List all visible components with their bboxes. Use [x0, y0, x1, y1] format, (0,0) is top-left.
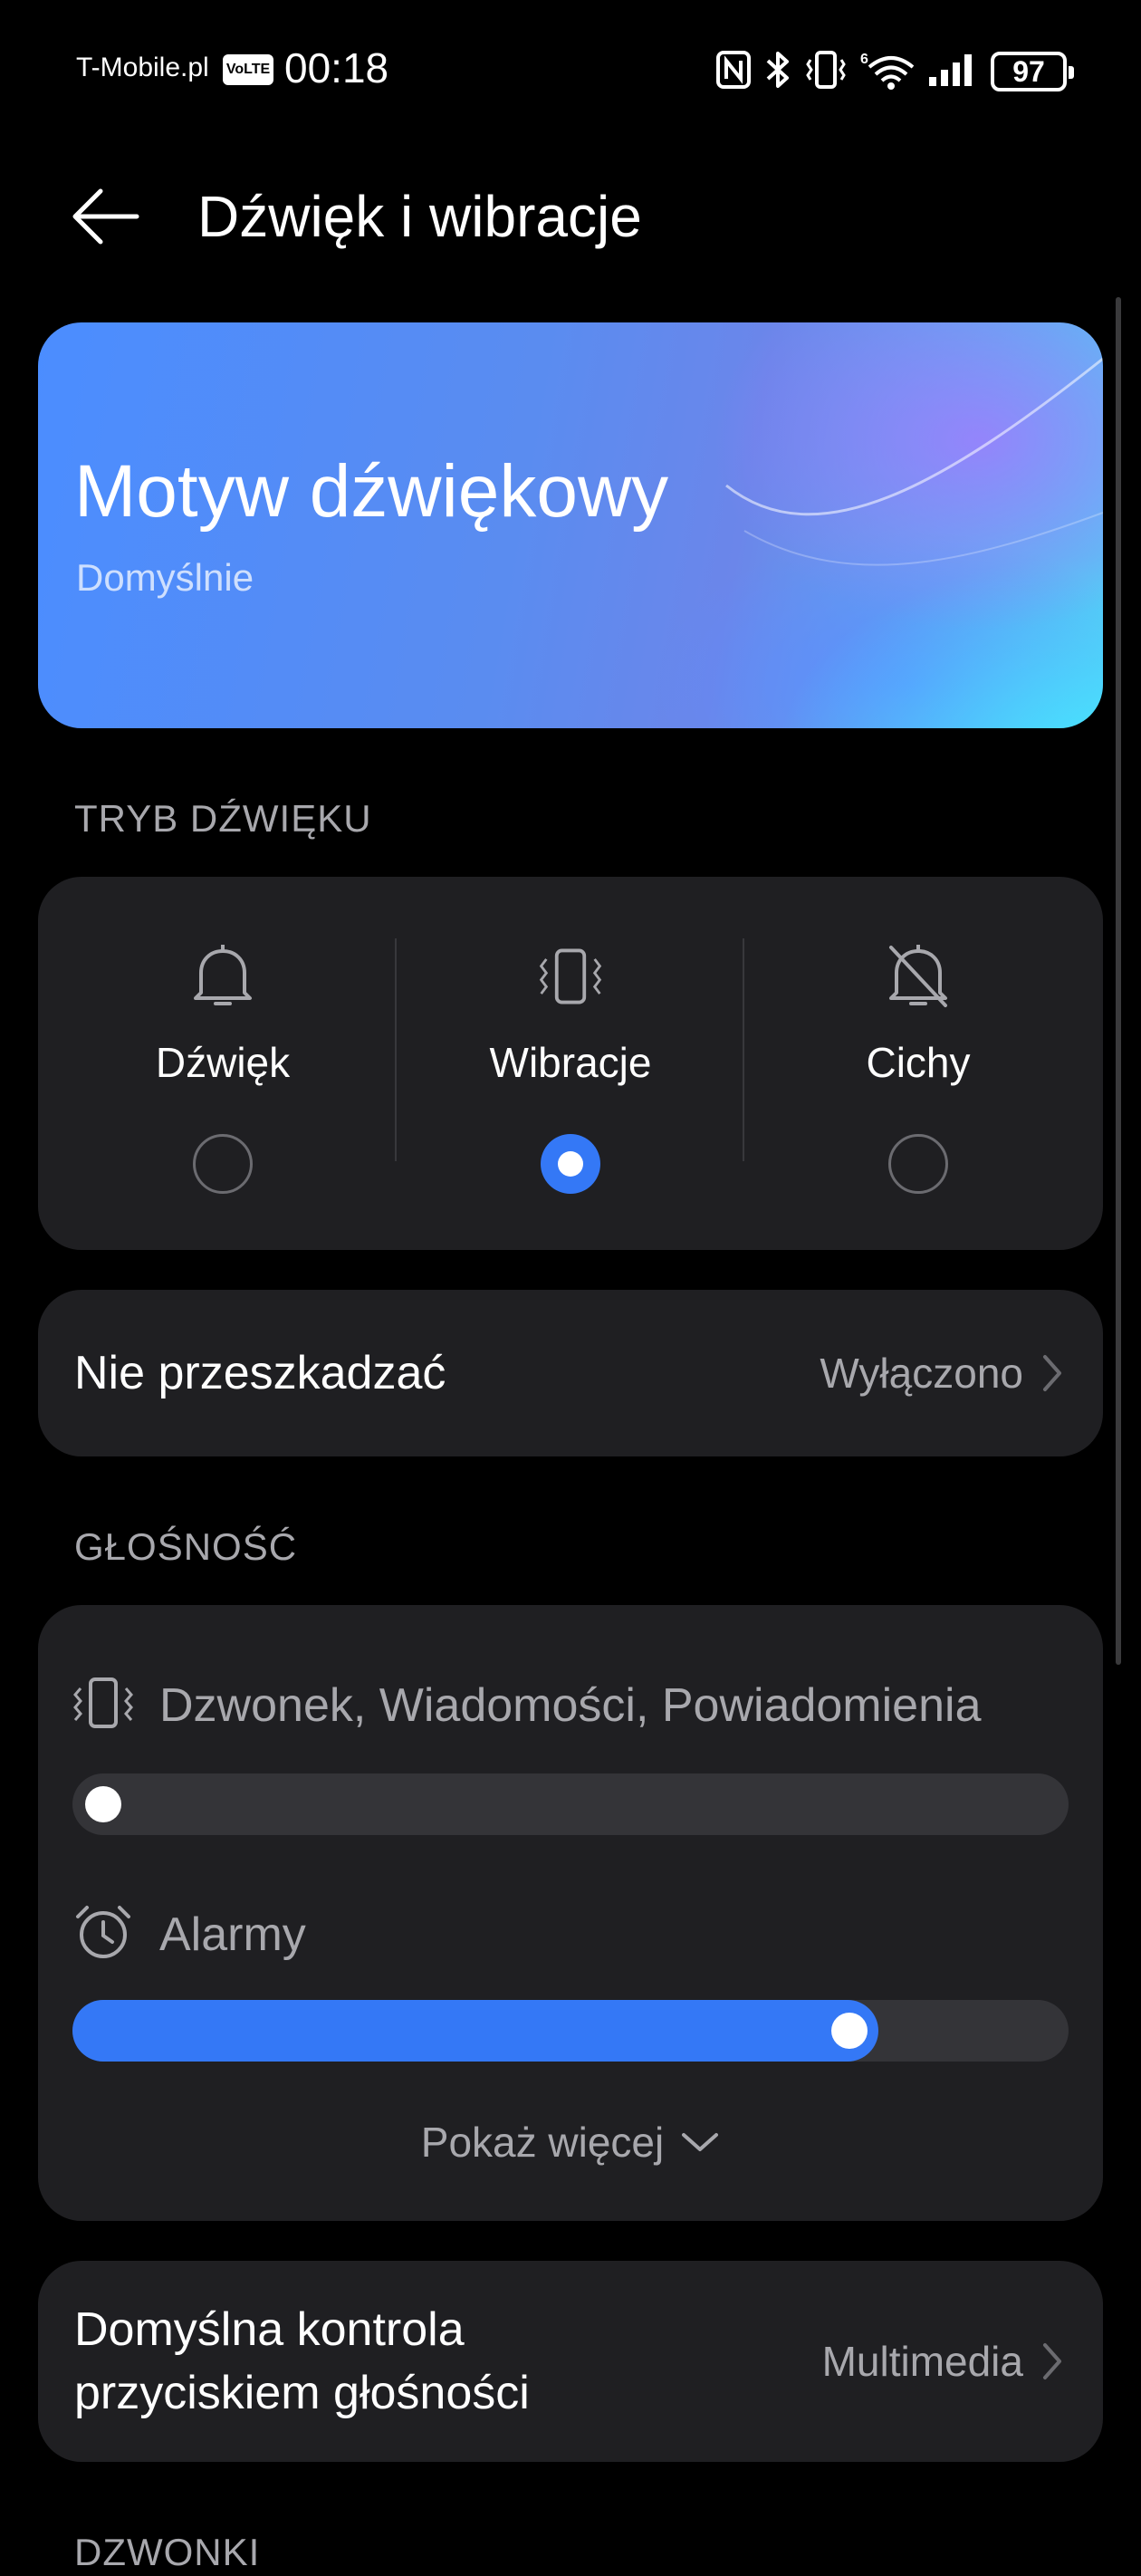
mode-option-vibrate[interactable]: Wibracje — [397, 877, 744, 1250]
carrier-name: T-Mobile.pl — [76, 53, 209, 82]
do-not-disturb-value: Wyłączono — [820, 1350, 1023, 1397]
banner-subtitle: Domyślnie — [76, 556, 254, 599]
volte-badge: VoLTE — [223, 54, 273, 85]
volume-button-control-row[interactable]: Domyślna kontrola przyciskiem głośności … — [38, 2261, 1103, 2462]
alarm-volume-label: Alarmy — [159, 1908, 306, 1961]
mode-option-silent[interactable]: Cichy — [744, 877, 1092, 1250]
sound-mode-card: Dźwięk Wibracje Cichy — [38, 877, 1103, 1250]
show-more-label: Pokaż więcej — [420, 2119, 665, 2166]
chevron-down-icon — [682, 2133, 719, 2151]
alarm-volume-slider[interactable] — [72, 2000, 1069, 2062]
signal-icon — [927, 52, 978, 92]
back-button[interactable] — [65, 176, 147, 257]
volume-button-control-label: Domyślna kontrola przyciskiem głośności — [74, 2298, 530, 2425]
vibrate-icon — [804, 49, 848, 95]
label-line-1: Domyślna kontrola — [74, 2303, 465, 2356]
slider-thumb[interactable] — [831, 2013, 868, 2049]
ringtone-volume-header: Dzwonek, Wiadomości, Powiadomienia — [71, 1676, 982, 1735]
bell-off-icon — [882, 940, 954, 1013]
scrollbar[interactable] — [1116, 297, 1121, 1665]
battery-icon: 97 — [991, 52, 1074, 91]
mode-option-label: Wibracje — [489, 1039, 652, 1086]
show-more-button[interactable]: Pokaż więcej — [38, 2118, 1103, 2167]
screen: T-Mobile.pl VoLTE 00:18 6 97 Dźwięk i wi… — [0, 0, 1141, 2576]
mode-option-sound[interactable]: Dźwięk — [49, 877, 397, 1250]
banner-title: Motyw dźwiękowy — [74, 450, 669, 533]
alarm-volume-header: Alarmy — [71, 1902, 306, 1966]
mode-option-label: Cichy — [866, 1039, 971, 1086]
ringtone-volume-slider[interactable] — [72, 1773, 1069, 1835]
ringtone-volume-label: Dzwonek, Wiadomości, Powiadomienia — [159, 1678, 982, 1732]
app-bar: Dźwięk i wibracje — [0, 163, 1141, 263]
page-title: Dźwięk i wibracje — [197, 184, 642, 249]
chevron-right-icon — [1043, 1355, 1061, 1391]
arrow-left-icon — [72, 188, 139, 245]
wifi-6-icon: 6 — [860, 49, 915, 95]
nfc-icon — [715, 50, 752, 94]
bell-icon — [187, 940, 259, 1013]
svg-text:6: 6 — [860, 52, 868, 67]
mode-option-label: Dźwięk — [155, 1039, 291, 1086]
label-line-2: przyciskiem głośności — [74, 2367, 530, 2419]
section-label-sound-mode: TRYB DŹWIĘKU — [74, 797, 372, 840]
sound-theme-banner[interactable]: Motyw dźwiękowy Domyślnie — [38, 322, 1103, 728]
chevron-right-icon — [1043, 2343, 1061, 2379]
status-time: 00:18 — [284, 44, 389, 91]
section-label-ringtones: DZWONKI — [74, 2531, 261, 2573]
do-not-disturb-row[interactable]: Nie przeszkadzać Wyłączono — [38, 1290, 1103, 1456]
radio-sound[interactable] — [193, 1134, 253, 1194]
volume-button-control-value: Multimedia — [821, 2338, 1023, 2385]
volume-card: Dzwonek, Wiadomości, Powiadomienia Alarm… — [38, 1605, 1103, 2221]
status-bar: T-Mobile.pl VoLTE 00:18 6 97 — [0, 36, 1141, 107]
vibrate-icon — [534, 940, 607, 1013]
slider-fill — [72, 2000, 878, 2062]
bluetooth-icon — [764, 49, 791, 95]
radio-vibrate[interactable] — [541, 1134, 600, 1194]
status-icons: 6 97 — [715, 49, 1074, 95]
do-not-disturb-label: Nie przeszkadzać — [74, 1347, 446, 1399]
section-label-volume: GŁOŚNOŚĆ — [74, 1525, 298, 1568]
alarm-icon — [71, 1902, 136, 1966]
vibrate-icon — [71, 1676, 136, 1735]
slider-thumb[interactable] — [85, 1786, 121, 1822]
radio-silent[interactable] — [888, 1134, 948, 1194]
